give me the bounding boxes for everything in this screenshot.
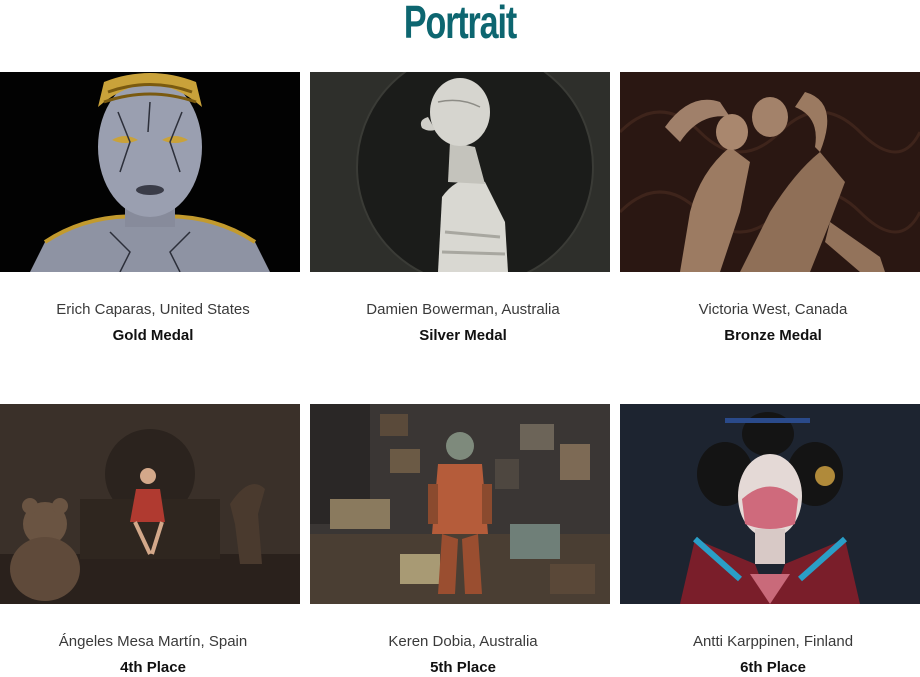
photo-gold-medal[interactable] <box>0 72 300 272</box>
gallery-card[interactable]: Damien Bowerman, Australia Silver Medal <box>310 72 610 344</box>
gallery-card[interactable]: Erich Caparas, United States Gold Medal <box>0 72 300 344</box>
award-label: Silver Medal <box>419 327 507 344</box>
photo-4th-place[interactable] <box>0 404 300 604</box>
award-label: 5th Place <box>430 659 496 676</box>
photo-5th-place[interactable] <box>310 404 610 604</box>
photo-bronze-medal[interactable] <box>620 72 920 272</box>
caption: Keren Dobia, Australia 5th Place <box>310 633 616 677</box>
caption: Damien Bowerman, Australia Silver Medal <box>310 301 616 345</box>
award-label: 4th Place <box>120 659 186 676</box>
award-label: 6th Place <box>740 659 806 676</box>
photographer-name: Erich Caparas, United States <box>56 301 250 318</box>
gallery-card[interactable]: Keren Dobia, Australia 5th Place <box>310 404 610 676</box>
caption: Antti Karppinen, Finland 6th Place <box>620 633 920 677</box>
caption: Ángeles Mesa Martín, Spain 4th Place <box>0 633 306 677</box>
photographer-name: Damien Bowerman, Australia <box>366 301 560 318</box>
photographer-name: Ángeles Mesa Martín, Spain <box>58 633 248 650</box>
photographer-name: Victoria West, Canada <box>698 301 848 318</box>
gallery-card[interactable]: Victoria West, Canada Bronze Medal <box>620 72 920 344</box>
photo-6th-place[interactable] <box>620 404 920 604</box>
caption: Victoria West, Canada Bronze Medal <box>620 301 920 345</box>
award-label: Gold Medal <box>112 327 194 344</box>
page-title: Portrait <box>403 0 517 48</box>
gallery-card[interactable]: Ángeles Mesa Martín, Spain 4th Place <box>0 404 300 676</box>
photographer-name: Antti Karppinen, Finland <box>692 633 854 650</box>
award-label: Bronze Medal <box>724 327 822 344</box>
gallery-card[interactable]: Antti Karppinen, Finland 6th Place <box>620 404 920 676</box>
photo-silver-medal[interactable] <box>310 72 610 272</box>
caption: Erich Caparas, United States Gold Medal <box>0 301 306 345</box>
photographer-name: Keren Dobia, Australia <box>388 633 538 650</box>
